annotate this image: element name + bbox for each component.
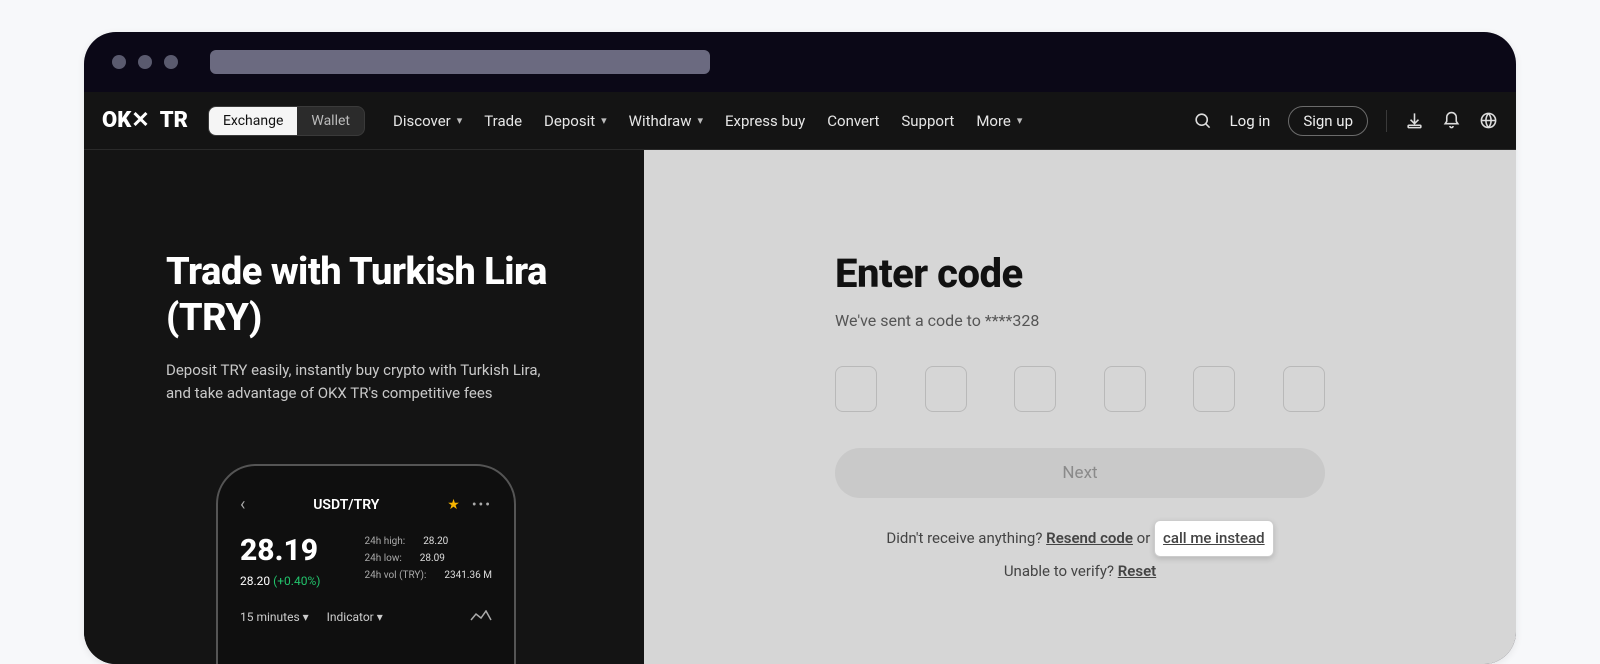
code-digit-6[interactable] (1283, 366, 1325, 412)
nav-more[interactable]: More ▾ (976, 112, 1022, 130)
primary-nav: Discover ▾ Trade Deposit ▾ Withdraw ▾ Ex… (393, 112, 1179, 130)
globe-icon[interactable] (1479, 111, 1498, 130)
help-line1-pre: Didn't receive anything? (886, 529, 1046, 547)
verify-title: Enter code (835, 250, 1325, 297)
price-change: (+0.40%) (273, 574, 320, 588)
browser-chrome-bar (84, 32, 1516, 92)
zoom-dot-icon[interactable] (164, 55, 178, 69)
verify-subtitle: We've sent a code to ****328 (835, 311, 1325, 330)
nav-express-buy[interactable]: Express buy (725, 112, 805, 130)
nav-more-label: More (976, 112, 1011, 130)
toggle-wallet[interactable]: Wallet (297, 107, 364, 135)
more-icon[interactable]: ••• (472, 497, 492, 513)
signup-button[interactable]: Sign up (1288, 106, 1368, 136)
hero-title: Trade with Turkish Lira (TRY) (166, 250, 594, 341)
resend-link[interactable]: Resend code (1046, 529, 1133, 547)
close-dot-icon[interactable] (112, 55, 126, 69)
help-line2-pre: Unable to verify? (1004, 562, 1118, 580)
browser-frame: OK✕ TR Exchange Wallet Discover ▾ Trade … (84, 32, 1516, 664)
logo-mark: OK✕ (102, 108, 150, 133)
star-icon[interactable]: ★ (447, 497, 460, 513)
stat-high-label: 24h high: (364, 536, 405, 547)
chevron-down-icon: ▾ (1017, 114, 1023, 127)
nav-deposit[interactable]: Deposit ▾ (544, 112, 607, 130)
code-digit-5[interactable] (1193, 366, 1235, 412)
nav-support[interactable]: Support (901, 112, 954, 130)
price: 28.19 (240, 533, 320, 568)
sub-price: 28.20 (+0.40%) (240, 574, 320, 588)
header-right: Log in Sign up (1193, 106, 1498, 136)
hero-subtitle: Deposit TRY easily, instantly buy crypto… (166, 359, 566, 406)
site-header: OK✕ TR Exchange Wallet Discover ▾ Trade … (84, 92, 1516, 150)
nav-withdraw[interactable]: Withdraw ▾ (629, 112, 703, 130)
sub-price-value: 28.20 (240, 574, 270, 588)
stat-high: 28.20 (423, 536, 448, 547)
nav-discover-label: Discover (393, 112, 451, 130)
minimize-dot-icon[interactable] (138, 55, 152, 69)
code-digit-3[interactable] (1014, 366, 1056, 412)
nav-deposit-label: Deposit (544, 112, 595, 130)
timeframe-select[interactable]: 15 minutes ▾ (240, 610, 309, 624)
back-icon[interactable]: ‹ (240, 494, 245, 515)
mini-stats: 24h high: 28.20 24h low: 28.09 24h vol (TR… (364, 533, 492, 584)
url-bar[interactable] (210, 50, 710, 74)
search-icon[interactable] (1193, 111, 1212, 130)
indicator-select[interactable]: Indicator ▾ (327, 610, 383, 624)
pair-label: USDT/TRY (313, 497, 379, 513)
stat-low: 28.09 (420, 553, 445, 564)
stat-low-label: 24h low: (364, 553, 401, 564)
window-controls (112, 55, 178, 69)
chevron-down-icon: ▾ (457, 114, 463, 127)
help-line1-mid: or (1137, 529, 1154, 547)
main-split: Trade with Turkish Lira (TRY) Deposit TR… (84, 150, 1516, 664)
hero-panel: Trade with Turkish Lira (TRY) Deposit TR… (84, 150, 644, 664)
mode-toggle: Exchange Wallet (208, 106, 365, 136)
stat-vol: 2341.36 M (444, 570, 492, 581)
stat-vol-label: 24h vol (TRY): (364, 570, 426, 581)
chevron-down-icon: ▾ (601, 114, 607, 127)
next-button[interactable]: Next (835, 448, 1325, 498)
toggle-exchange[interactable]: Exchange (209, 107, 297, 135)
chart-type-icon[interactable] (470, 610, 492, 624)
indicator-label: Indicator (327, 610, 374, 624)
login-link[interactable]: Log in (1230, 112, 1271, 130)
bell-icon[interactable] (1442, 111, 1461, 130)
divider (1386, 110, 1387, 132)
code-digit-4[interactable] (1104, 366, 1146, 412)
verify-panel: Enter code We've sent a code to ****328 … (644, 150, 1516, 664)
nav-withdraw-label: Withdraw (629, 112, 692, 130)
nav-discover[interactable]: Discover ▾ (393, 112, 462, 130)
timeframe-label: 15 minutes (240, 610, 300, 624)
logo-suffix: TR (160, 108, 188, 133)
code-digit-2[interactable] (925, 366, 967, 412)
chevron-down-icon: ▾ (697, 114, 703, 127)
call-me-button[interactable]: call me instead (1154, 520, 1274, 557)
code-inputs (835, 366, 1325, 412)
nav-trade[interactable]: Trade (484, 112, 522, 130)
nav-convert[interactable]: Convert (827, 112, 879, 130)
download-icon[interactable] (1405, 111, 1424, 130)
phone-mockup: ‹ USDT/TRY ★ ••• 28.19 28.20 (+0.40%) (216, 464, 516, 664)
logo[interactable]: OK✕ TR (102, 108, 188, 133)
code-digit-1[interactable] (835, 366, 877, 412)
reset-link[interactable]: Reset (1118, 562, 1156, 580)
help-text: Didn't receive anything? Resend code or … (835, 520, 1325, 585)
